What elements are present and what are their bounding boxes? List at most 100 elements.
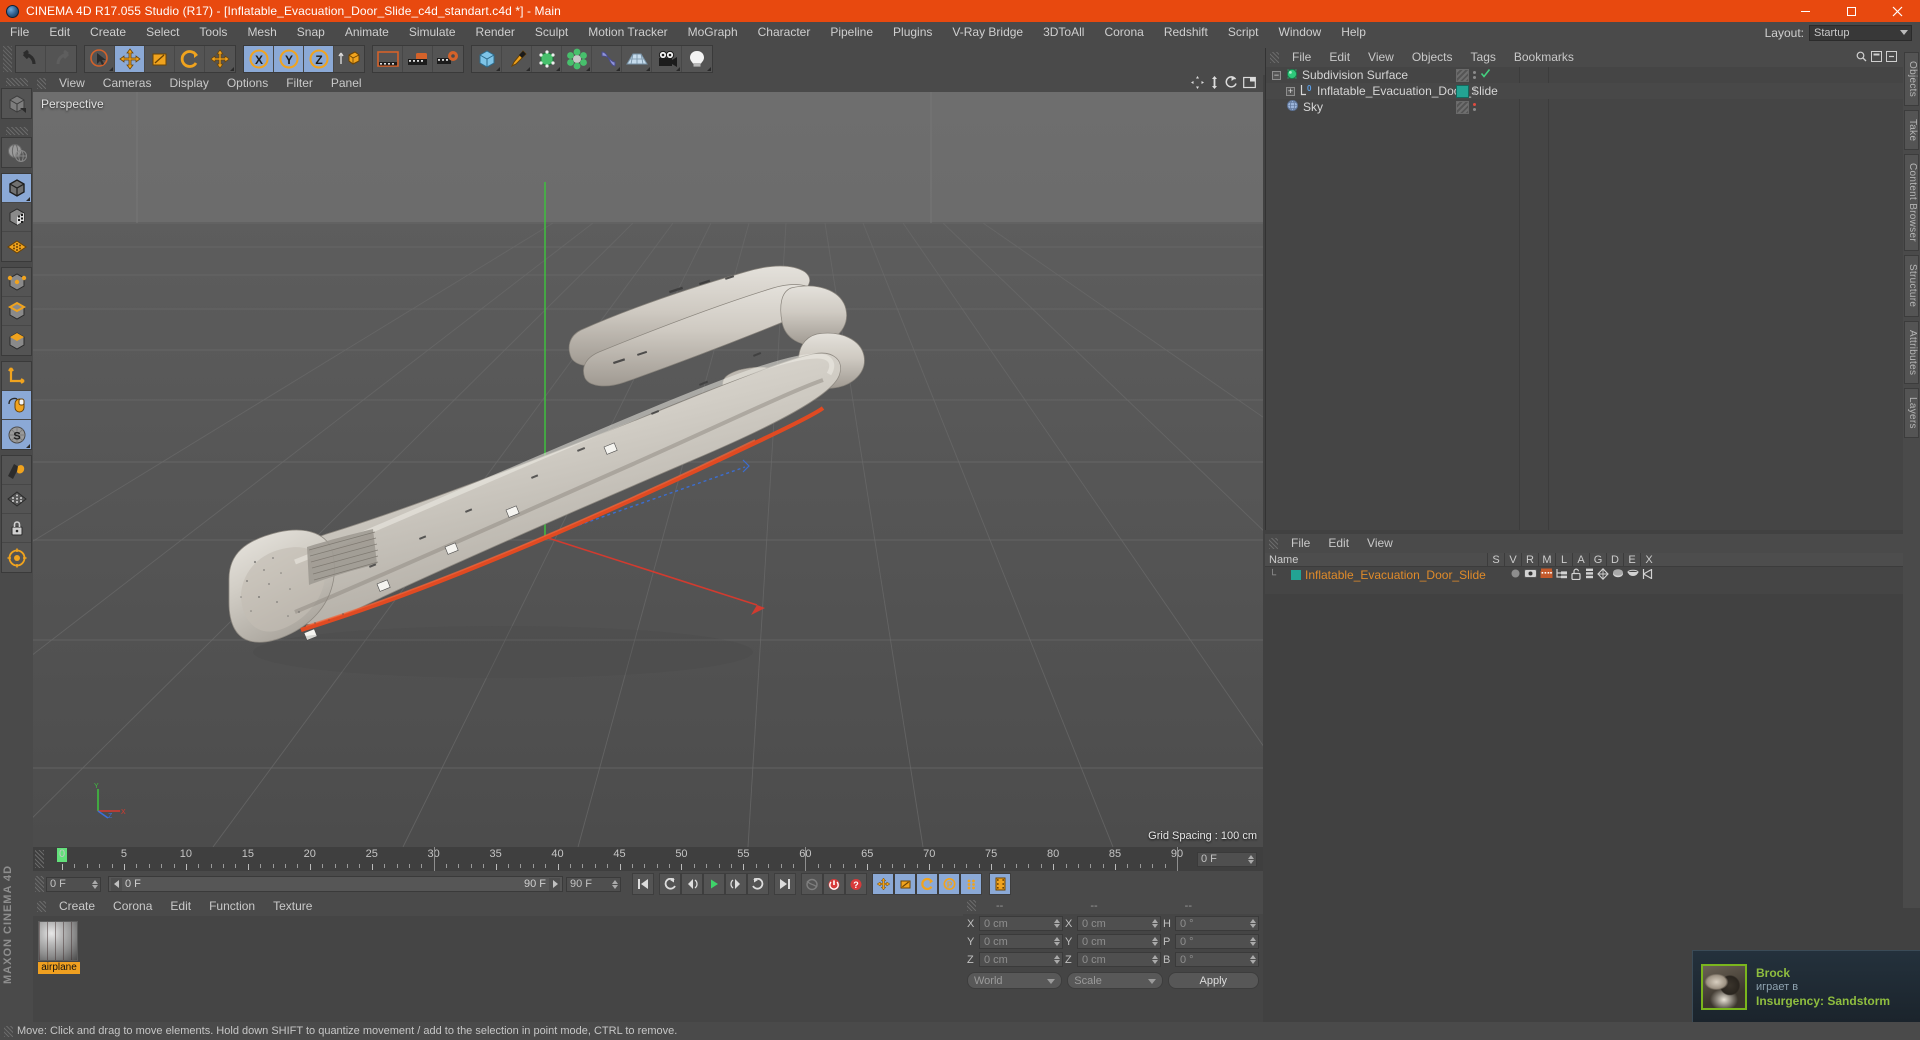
timeline-end-field[interactable]: 90 F xyxy=(566,876,621,892)
keyframe-selection-icon[interactable]: ? xyxy=(845,873,867,895)
parameter-key-icon[interactable]: P xyxy=(938,873,960,895)
material-manager-grip[interactable] xyxy=(37,901,46,912)
go-to-end-icon[interactable] xyxy=(774,873,796,895)
object-row-sky[interactable]: Sky xyxy=(1266,99,1903,115)
rotate-tool-icon[interactable] xyxy=(175,46,205,72)
add-generator-nurbs-icon[interactable] xyxy=(532,46,562,72)
edge-tab-take[interactable]: Take xyxy=(1904,110,1919,151)
rotation-key-icon[interactable] xyxy=(916,873,938,895)
live-selection-icon[interactable] xyxy=(85,46,115,72)
field-size-x[interactable]: 0 cm xyxy=(1077,916,1161,931)
spinner-icon[interactable] xyxy=(1054,937,1060,946)
record-active-objects-icon[interactable] xyxy=(823,873,845,895)
material-swatch-area[interactable]: airplane xyxy=(33,916,963,1022)
make-editable-icon[interactable] xyxy=(2,89,31,118)
object-manager-grip[interactable] xyxy=(1270,52,1279,63)
edge-mode-icon[interactable] xyxy=(2,297,31,326)
end-spinner-icon[interactable] xyxy=(612,879,618,889)
viewport-3d[interactable]: Perspective Y X Z Grid Spacing: 100 cm xyxy=(33,92,1263,847)
hierarchy-icon[interactable] xyxy=(1556,568,1568,582)
add-array-modeling-object-icon[interactable] xyxy=(562,46,592,72)
om-menu-file[interactable]: File xyxy=(1283,48,1320,67)
col-a[interactable]: A xyxy=(1572,552,1589,567)
texture-mode-icon[interactable] xyxy=(2,203,31,232)
material-tag-icon[interactable] xyxy=(1456,84,1469,98)
field-rot-b[interactable]: 0 ° xyxy=(1175,952,1259,967)
polygon-mode-icon[interactable] xyxy=(2,326,31,355)
zoom-view-icon[interactable] xyxy=(1209,75,1220,92)
close-icon[interactable] xyxy=(1874,0,1920,22)
menu-animate[interactable]: Animate xyxy=(335,22,399,43)
left-toolbar-grip[interactable] xyxy=(5,78,28,86)
col-r[interactable]: R xyxy=(1521,552,1538,567)
tag-table-row[interactable]: └ Inflatable_Evacuation_Door_Slide xyxy=(1265,567,1903,583)
unlock-icon[interactable] xyxy=(1571,568,1582,583)
scale-key-icon[interactable] xyxy=(894,873,916,895)
current-frame-field[interactable]: 0 F xyxy=(1197,851,1257,867)
layout-dropdown[interactable]: Startup xyxy=(1809,24,1912,41)
timeline-track[interactable]: 051015202530354045505560657075808590 xyxy=(46,847,1197,871)
go-to-previous-key-icon[interactable] xyxy=(659,873,681,895)
edge-tab-objects[interactable]: Objects xyxy=(1904,52,1919,107)
move-axis-icon[interactable] xyxy=(205,46,235,72)
menu-help[interactable]: Help xyxy=(1331,22,1376,43)
material-swatch[interactable] xyxy=(1291,570,1301,580)
move-tool-icon[interactable] xyxy=(115,46,145,72)
maximize-icon[interactable] xyxy=(1828,0,1874,22)
menu-script[interactable]: Script xyxy=(1218,22,1269,43)
object-row-inflatable-evacuation-door-slide[interactable]: + 0 Inflatable_Evacuation_Door_Slide xyxy=(1266,83,1903,99)
timeline-start-field[interactable]: 0 F xyxy=(46,876,101,892)
spinner-icon[interactable] xyxy=(1152,919,1158,928)
col-m[interactable]: M xyxy=(1538,552,1555,567)
step-forward-icon[interactable] xyxy=(725,873,747,895)
layer-icon[interactable] xyxy=(1585,568,1594,583)
add-camera-icon[interactable] xyxy=(652,46,682,72)
col-d[interactable]: D xyxy=(1606,552,1623,567)
menu-simulate[interactable]: Simulate xyxy=(399,22,466,43)
visibility-dots[interactable] xyxy=(1473,103,1476,111)
mm-menu-texture[interactable]: Texture xyxy=(264,897,321,916)
workplane-mode-icon[interactable] xyxy=(2,232,31,261)
menu-create[interactable]: Create xyxy=(80,22,136,43)
spinner-icon[interactable] xyxy=(1054,955,1060,964)
undo-icon[interactable] xyxy=(16,46,46,72)
material-preview-sphere[interactable] xyxy=(38,921,78,961)
edge-tab-attributes[interactable]: Attributes xyxy=(1904,320,1919,384)
menu-motion-tracker[interactable]: Motion Tracker xyxy=(578,22,677,43)
left-toolbar-grip-2[interactable] xyxy=(5,127,28,135)
position-key-icon[interactable] xyxy=(872,873,894,895)
mm-menu-function[interactable]: Function xyxy=(200,897,264,916)
go-to-next-key-icon[interactable] xyxy=(747,873,769,895)
minimize-icon[interactable] xyxy=(1782,0,1828,22)
col-l[interactable]: L xyxy=(1555,552,1572,567)
viewport-menu-options[interactable]: Options xyxy=(218,75,277,92)
collapse-icon[interactable] xyxy=(1886,50,1897,65)
spinner-icon[interactable] xyxy=(1152,937,1158,946)
menu-file[interactable]: File xyxy=(0,22,39,43)
menu-pipeline[interactable]: Pipeline xyxy=(820,22,883,43)
tm-menu-file[interactable]: File xyxy=(1282,534,1319,553)
visibility-dots[interactable] xyxy=(1473,71,1476,79)
menu-snap[interactable]: Snap xyxy=(287,22,335,43)
visibility-dots[interactable] xyxy=(1473,87,1476,95)
lock-x-axis-icon[interactable]: X xyxy=(244,46,274,72)
col-g[interactable]: G xyxy=(1589,552,1606,567)
apply-button[interactable]: Apply xyxy=(1167,972,1260,989)
col-x[interactable]: X xyxy=(1640,552,1657,567)
sphere-dot-icon[interactable] xyxy=(1510,568,1521,582)
toolbar-grip[interactable] xyxy=(3,46,12,72)
point-level-animation-icon[interactable] xyxy=(960,873,982,895)
disabled-tag-icon[interactable] xyxy=(1456,68,1469,82)
render-to-picture-viewer-icon[interactable] xyxy=(403,46,433,72)
steam-notification-toast[interactable]: Brock играет в Insurgency: Sandstorm xyxy=(1692,950,1920,1022)
spinner-icon[interactable] xyxy=(1054,919,1060,928)
menu-3dtoall[interactable]: 3DToAll xyxy=(1033,22,1094,43)
mm-menu-create[interactable]: Create xyxy=(50,897,104,916)
field-rot-h[interactable]: 0 ° xyxy=(1175,916,1259,931)
viewport-menu-panel[interactable]: Panel xyxy=(322,75,371,92)
range-left-arrow-icon[interactable] xyxy=(111,877,122,891)
disabled-tag-icon[interactable] xyxy=(1456,100,1469,114)
field-pos-y[interactable]: 0 cm xyxy=(979,934,1063,949)
viewport-menu-view[interactable]: View xyxy=(50,75,94,92)
bend-icon[interactable] xyxy=(1642,568,1653,583)
